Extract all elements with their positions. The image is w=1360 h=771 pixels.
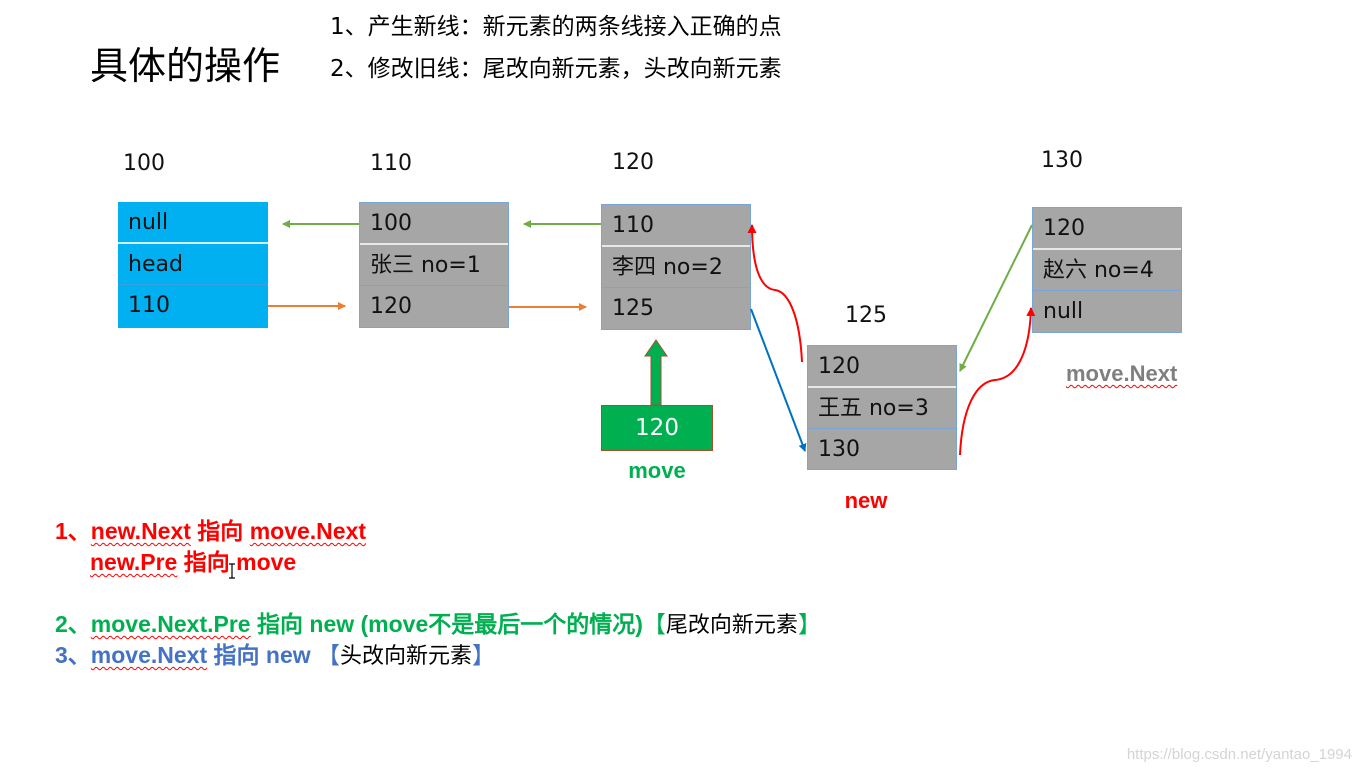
text-cursor-icon (229, 563, 235, 579)
move-next-arrow-lisi-to-wangwu (750, 308, 807, 452)
move-pointer-label: move (628, 458, 686, 483)
note-1b: new.Pre 指向 move (90, 547, 296, 577)
move-pointer-box: 120 (601, 405, 713, 451)
note-1b-rest: 指向 move (177, 549, 297, 575)
move-pointer-arrow (644, 339, 668, 406)
note-2-summary: 尾改向新元素 (665, 613, 798, 638)
note-3-summary: 头改向新元素 (340, 644, 473, 669)
note-1-verb: 指向 (190, 518, 250, 544)
watermark: https://blog.csdn.net/yantao_1994 (1126, 746, 1352, 763)
note-3-num: 3、 (55, 642, 91, 668)
note-1: 1、new.Next 指向 move.Next (55, 516, 366, 546)
note-3-left-bracket: 【 (317, 642, 341, 668)
note-2-left-bracket: 【 (642, 611, 666, 637)
prev-arrow-zhaoliu-to-wangwu (959, 224, 1033, 372)
note-2-num: 2、 (55, 611, 91, 637)
note-1-term-c: move.Next (249, 518, 367, 544)
note-1-term-a: new.Next (90, 518, 191, 544)
note-3: 3、move.Next 指向 new 【头改向新元素】 (55, 640, 495, 672)
new-next-arrow-wangwu-to-zhaoliu (959, 307, 1036, 456)
new-node-label: new (844, 488, 888, 513)
note-2-term-a: move.Next.Pre (90, 611, 251, 637)
note-2-right-bracket: 】 (797, 611, 821, 637)
note-3-right-bracket: 】 (472, 642, 496, 668)
note-3-term-a: move.Next (90, 642, 208, 668)
new-pre-arrow-wangwu-to-lisi (747, 224, 803, 363)
note-3-rest: 指向 new (207, 642, 318, 668)
note-1b-term-a: new.Pre (90, 549, 178, 575)
note-2: 2、move.Next.Pre 指向 new (move不是最后一个的情况)【尾… (55, 609, 821, 641)
note-1-num: 1、 (55, 518, 91, 544)
note-2-rest: 指向 new (move不是最后一个的情况) (250, 611, 643, 637)
move-next-label: move.Next (1066, 361, 1178, 386)
